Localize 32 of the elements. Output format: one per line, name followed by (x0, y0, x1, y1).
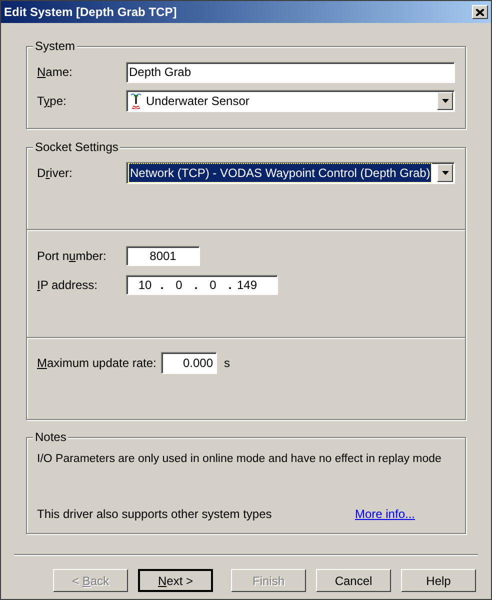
close-button[interactable] (472, 5, 488, 19)
dialog-button[interactable]: Next > (138, 569, 213, 592)
dropdown-button[interactable] (437, 164, 453, 182)
group-title: Notes (33, 430, 68, 444)
unit-label: s (224, 355, 230, 372)
ip-address-field[interactable]: 10 . 0 . 0 . 149 (126, 274, 278, 294)
window-title: Edit System [Depth Grab TCP] (4, 4, 177, 21)
field-label: IP address: (37, 276, 98, 294)
caret-down-icon (442, 99, 448, 103)
notes-footer-text: This driver also supports other system types (37, 506, 272, 523)
more-info-link[interactable]: More info... (354, 505, 415, 523)
field-label: Port number: (37, 248, 108, 264)
update-rate-field[interactable]: 0.000 (161, 352, 217, 374)
driver-dropdown[interactable]: Network (TCP) - VODAS Waypoint Control (Depth Grab) (126, 162, 455, 184)
caret-down-icon (442, 171, 448, 175)
group-title: Socket Settings (33, 140, 120, 154)
type-value: Underwater Sensor (146, 93, 250, 110)
port-field[interactable]: 8001 (126, 246, 200, 266)
dialog-button[interactable]: Help (401, 569, 476, 592)
type-dropdown[interactable]: Underwater Sensor (126, 90, 455, 112)
notes-text: I/O Parameters are only used in online mode and have no effect in replay mode (37, 452, 442, 467)
dialog-button[interactable]: Cancel (316, 569, 391, 592)
driver-value: Network (TCP) - VODAS Waypoint Control (Depth Grab) (129, 164, 432, 182)
field-label: Maximum update rate: (37, 355, 158, 372)
sensor-icon (130, 93, 142, 109)
name-field[interactable]: Depth Grab (126, 62, 455, 82)
field-label: Name: (37, 64, 74, 81)
group-title: System (33, 39, 78, 53)
close-icon (476, 8, 484, 16)
field-label: Driver: (37, 165, 74, 182)
field-label: Type: (37, 93, 68, 110)
dropdown-button[interactable] (437, 92, 453, 110)
